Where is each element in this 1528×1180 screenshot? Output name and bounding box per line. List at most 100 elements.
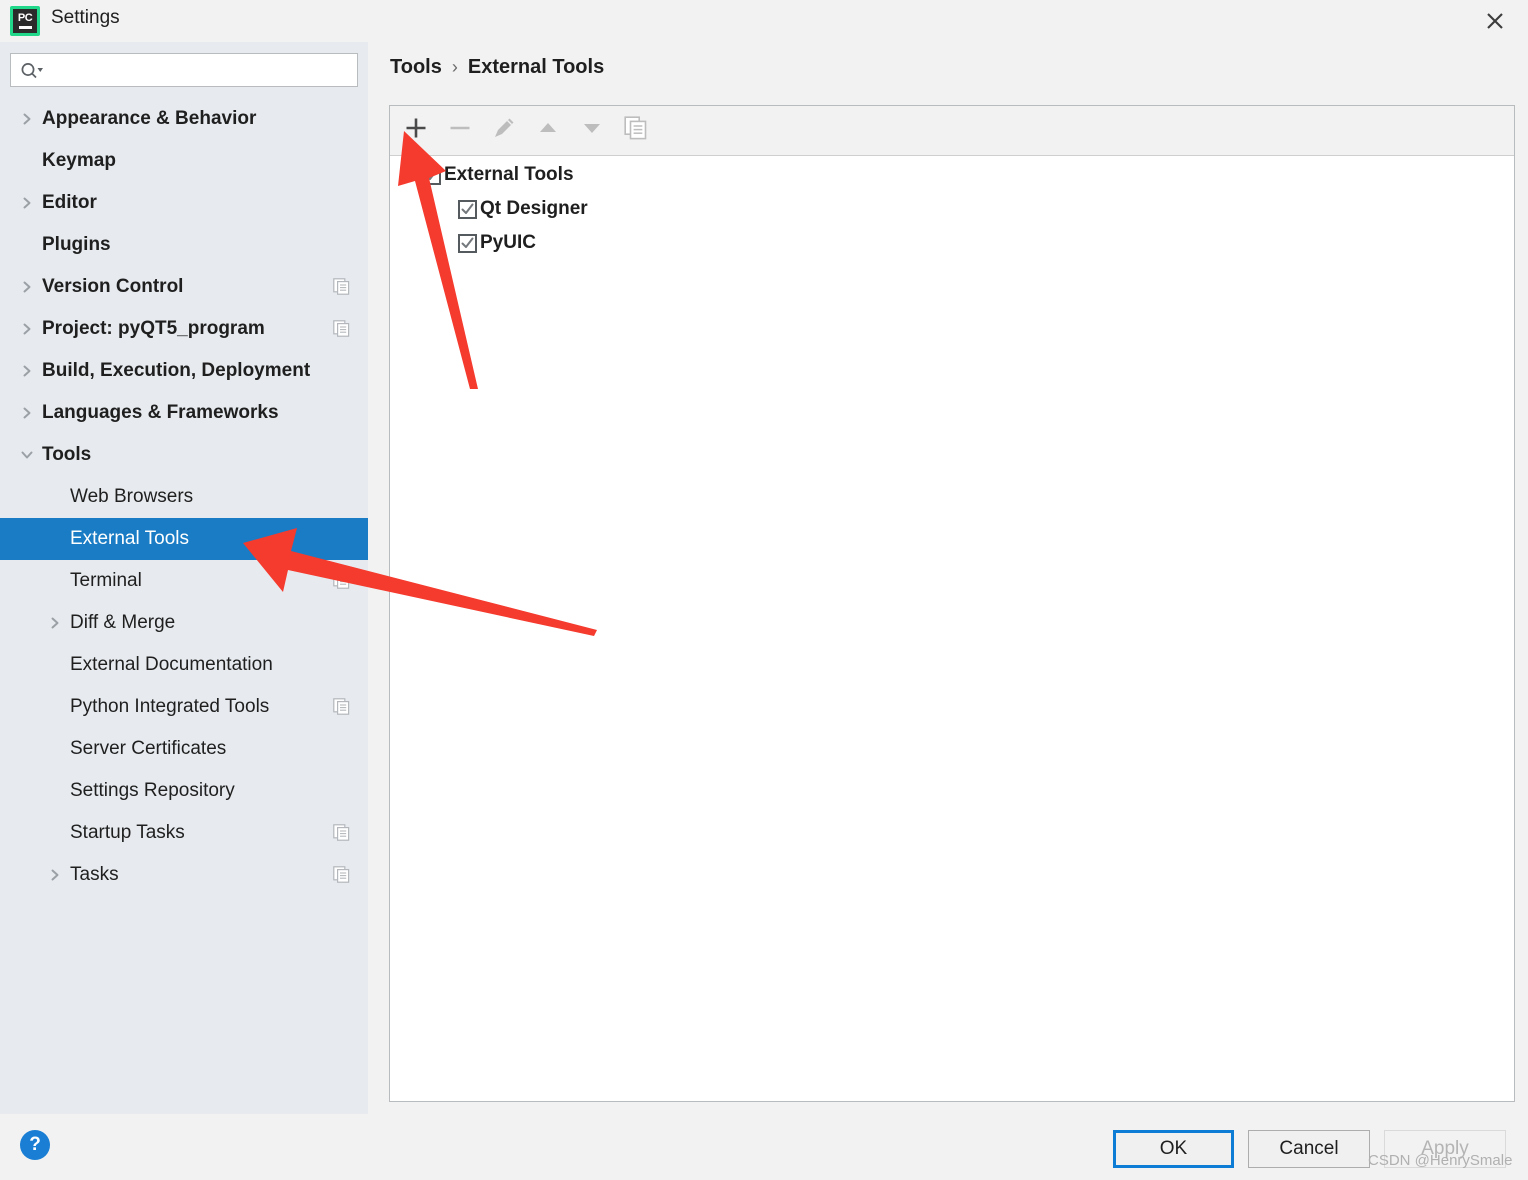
- pycharm-icon: PC: [10, 6, 40, 36]
- tool-tree-item[interactable]: PyUIC: [390, 226, 1514, 260]
- sidebar-item-settings-repository[interactable]: Settings Repository: [0, 770, 368, 812]
- sidebar-item-label: Editor: [42, 192, 97, 213]
- tool-tree-item-label: Qt Designer: [480, 198, 588, 219]
- sidebar-item-web-browsers[interactable]: Web Browsers: [0, 476, 368, 518]
- move-down-button: [570, 111, 614, 151]
- sidebar-item-startup-tasks[interactable]: Startup Tasks: [0, 812, 368, 854]
- sidebar-item-label: Languages & Frameworks: [42, 402, 279, 423]
- sidebar-item-label: Tasks: [70, 864, 119, 885]
- pycharm-icon-bar: [18, 26, 32, 29]
- chevron-right-icon[interactable]: [18, 278, 36, 296]
- copy-icon[interactable]: [333, 572, 350, 589]
- breadcrumb-separator-icon: ›: [451, 57, 458, 77]
- sidebar-item-external-tools[interactable]: External Tools: [0, 518, 368, 560]
- sidebar-item-label: Web Browsers: [70, 486, 194, 507]
- external-tools-tree: External Tools Qt Designer PyUIC: [390, 158, 1514, 260]
- triangle-down-icon: [579, 115, 605, 146]
- sidebar-item-label: External Tools: [70, 528, 189, 549]
- sidebar-item-label: Tools: [42, 444, 92, 465]
- copy-icon[interactable]: [333, 866, 350, 883]
- chevron-right-icon[interactable]: [18, 194, 36, 212]
- search-box[interactable]: [10, 53, 358, 87]
- sidebar-item-appearance-behavior[interactable]: Appearance & Behavior: [0, 98, 368, 140]
- chevron-right-icon[interactable]: [18, 320, 36, 338]
- help-button[interactable]: ?: [20, 1130, 50, 1160]
- sidebar-item-languages-frameworks[interactable]: Languages & Frameworks: [0, 392, 368, 434]
- sidebar-item-terminal[interactable]: Terminal: [0, 560, 368, 602]
- cancel-button[interactable]: Cancel: [1248, 1130, 1370, 1168]
- move-up-button: [526, 111, 570, 151]
- copy-icon[interactable]: [333, 278, 350, 295]
- search-icon: [19, 60, 47, 81]
- chevron-right-icon[interactable]: [46, 866, 64, 884]
- sidebar-item-diff-merge[interactable]: Diff & Merge: [0, 602, 368, 644]
- sidebar-item-label: Diff & Merge: [70, 612, 176, 633]
- sidebar-tree: Appearance & Behavior Keymap Editor Plugins…: [0, 98, 368, 896]
- ok-button[interactable]: OK: [1113, 1130, 1234, 1168]
- sidebar-item-editor[interactable]: Editor: [0, 182, 368, 224]
- external-tools-panel: External Tools Qt Designer PyUIC: [389, 105, 1515, 1102]
- sidebar-item-label: External Documentation: [70, 654, 273, 675]
- sidebar-item-build-execution-deployment[interactable]: Build, Execution, Deployment: [0, 350, 368, 392]
- copy-icon: [624, 116, 648, 145]
- sidebar-item-server-certificates[interactable]: Server Certificates: [0, 728, 368, 770]
- chevron-down-icon[interactable]: [400, 164, 422, 186]
- chevron-right-icon[interactable]: [18, 362, 36, 380]
- tool-tree-root-row[interactable]: External Tools: [390, 158, 1514, 192]
- sidebar-item-label: Build, Execution, Deployment: [42, 360, 311, 381]
- search-input[interactable]: [49, 55, 354, 85]
- pencil-icon: [491, 115, 517, 146]
- close-icon[interactable]: [1480, 6, 1510, 36]
- watermark: CSDN @HenrySmale: [1368, 1152, 1513, 1169]
- sidebar-item-label: Startup Tasks: [70, 822, 185, 843]
- copy-icon[interactable]: [333, 320, 350, 337]
- edit-button: [482, 111, 526, 151]
- external-tools-toolbar: [390, 106, 1514, 156]
- tool-checkbox[interactable]: [422, 165, 441, 185]
- sidebar-item-external-documentation[interactable]: External Documentation: [0, 644, 368, 686]
- sidebar-item-label: Project: pyQT5_program: [42, 318, 265, 339]
- sidebar-item-label: Appearance & Behavior: [42, 108, 257, 129]
- sidebar-item-label: Settings Repository: [70, 780, 235, 801]
- sidebar-item-label: Version Control: [42, 276, 184, 297]
- settings-dialog: PC Settings Appearance & Behavior Keymap E…: [0, 0, 1528, 1180]
- chevron-down-icon[interactable]: [18, 446, 36, 464]
- pycharm-icon-text: PC: [17, 12, 33, 24]
- tool-tree-item-label: PyUIC: [480, 232, 536, 253]
- dialog-footer: ? OK Cancel Apply: [0, 1114, 1528, 1180]
- sidebar-item-label: Server Certificates: [70, 738, 227, 759]
- breadcrumb: Tools › External Tools: [390, 56, 604, 79]
- sidebar-item-label: Python Integrated Tools: [70, 696, 270, 717]
- sidebar-item-tools[interactable]: Tools: [0, 434, 368, 476]
- window-title: Settings: [51, 7, 120, 28]
- sidebar-item-version-control[interactable]: Version Control: [0, 266, 368, 308]
- sidebar-item-plugins[interactable]: Plugins: [0, 224, 368, 266]
- sidebar-item-label: Terminal: [70, 570, 142, 591]
- settings-main: Tools › External Tools External Tools Qt …: [368, 42, 1528, 1114]
- plus-icon: [403, 115, 429, 146]
- chevron-right-icon[interactable]: [46, 614, 64, 632]
- chevron-right-icon[interactable]: [18, 404, 36, 422]
- tool-checkbox[interactable]: [458, 199, 477, 219]
- sidebar-item-python-integrated-tools[interactable]: Python Integrated Tools: [0, 686, 368, 728]
- breadcrumb-parent[interactable]: Tools: [390, 56, 442, 79]
- triangle-up-icon: [535, 115, 561, 146]
- sidebar-item-keymap[interactable]: Keymap: [0, 140, 368, 182]
- copy-button: [614, 111, 658, 151]
- sidebar-item-label: Plugins: [42, 234, 111, 255]
- tool-checkbox[interactable]: [458, 233, 477, 253]
- copy-icon[interactable]: [333, 698, 350, 715]
- title-bar: PC Settings: [0, 0, 1528, 42]
- sidebar-item-project-pyqt5-program[interactable]: Project: pyQT5_program: [0, 308, 368, 350]
- sidebar-item-label: Keymap: [42, 150, 116, 171]
- copy-icon[interactable]: [333, 824, 350, 841]
- tool-tree-item[interactable]: Qt Designer: [390, 192, 1514, 226]
- add-button[interactable]: [394, 111, 438, 151]
- sidebar-item-tasks[interactable]: Tasks: [0, 854, 368, 896]
- remove-button: [438, 111, 482, 151]
- chevron-right-icon[interactable]: [18, 110, 36, 128]
- tool-tree-root-label: External Tools: [444, 164, 574, 185]
- settings-sidebar: Appearance & Behavior Keymap Editor Plugins…: [0, 42, 368, 1114]
- breadcrumb-current: External Tools: [467, 56, 605, 78]
- minus-icon: [447, 115, 473, 146]
